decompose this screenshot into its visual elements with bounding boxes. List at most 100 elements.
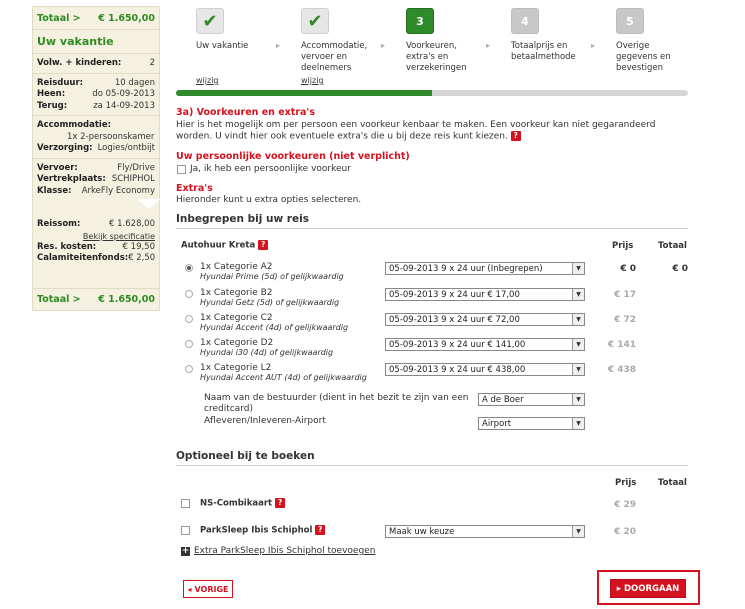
col-totaal: Totaal (658, 241, 687, 251)
extras-title: Extra's (176, 183, 213, 194)
help-icon[interactable]: ? (510, 131, 521, 141)
car-row-b2: 1x Categorie B2 Hyundai Getz (5d) of gel… (200, 288, 340, 307)
step-arrow-icon: ▸ (381, 41, 386, 50)
chevron-down-icon: ▼ (572, 394, 584, 405)
ns-combikaart-label: NS-Combikaart ? (200, 498, 286, 509)
car-row-l2: 1x Categorie L2 Hyundai Accent AUT (4d) … (200, 363, 367, 382)
step-2-label: Accommodatie, vervoer en deelnemers (301, 41, 368, 73)
intro-text: Hier is het mogelijk om per persoon een … (176, 120, 656, 142)
sidebar-accommodatie-label: Accommodatie: (37, 120, 112, 130)
chevron-down-icon: ▼ (572, 364, 584, 375)
parksleep-price: € 20 (614, 527, 636, 537)
step-arrow-icon: ▸ (486, 41, 491, 50)
ns-combikaart-price: € 29 (614, 500, 636, 510)
step-1-label: Uw vakantie (196, 41, 249, 51)
col-prijs: Prijs (612, 241, 634, 251)
sidebar-heen-row: Heen: do 05-09-2013 (37, 89, 155, 99)
sidebar-footer-value: € 1.650,00 (98, 294, 155, 305)
optional-section-title: Optioneel bij te boeken (176, 450, 315, 462)
car-radio-c2[interactable] (185, 315, 193, 323)
car-price-a2: € 0 (620, 264, 636, 274)
sidebar-notch (137, 199, 161, 209)
step-5: 5 (616, 8, 644, 34)
help-icon[interactable]: ? (275, 498, 286, 508)
sidebar-vervoer-row: Vervoer: Fly/Drive (37, 162, 155, 173)
sidebar-footer-label: Totaal > (37, 294, 81, 305)
add-parksleep-link[interactable]: Extra ParkSleep Ibis Schiphol toevoegen (194, 546, 375, 557)
chevron-down-icon: ▼ (572, 289, 584, 300)
car-radio-l2[interactable] (185, 365, 193, 373)
chevron-down-icon: ▼ (572, 263, 584, 274)
included-section-title: Inbegrepen bij uw reis (176, 213, 309, 225)
ns-combikaart-checkbox[interactable] (181, 499, 190, 508)
parksleep-select[interactable]: Maak uw keuze ▼ (385, 525, 585, 538)
car-row-c2: 1x Categorie C2 Hyundai Accent (4d) of g… (200, 313, 349, 332)
step-3: 3 (406, 8, 434, 34)
car-option-select-l2[interactable]: 05-09-2013 9 x 24 uur € 438,00 ▼ (385, 363, 585, 376)
next-button[interactable]: ▸ DOORGAAN (610, 579, 686, 598)
chevron-down-icon: ▼ (572, 418, 584, 429)
parksleep-label: ParkSleep Ibis Schiphol ? (200, 525, 326, 536)
car-radio-a2[interactable] (185, 264, 193, 272)
sidebar-calamiteitenfonds-row: Calamiteitenfonds: € 2,50 (37, 253, 156, 263)
car-price-b2: € 17 (614, 290, 636, 300)
driver-select[interactable]: A de Boer ▼ (478, 393, 585, 406)
car-option-select-c2[interactable]: 05-09-2013 9 x 24 uur € 72,00 ▼ (385, 313, 585, 326)
step-4: 4 (511, 8, 539, 34)
help-icon[interactable]: ? (258, 240, 269, 250)
step-2: ✔ (301, 8, 329, 34)
chevron-down-icon: ▼ (572, 314, 584, 325)
sidebar-vertrekplaats-row: Vertrekplaats: SCHIPHOL (37, 174, 155, 184)
sidebar-title: Uw vakantie (33, 29, 159, 53)
booking-summary-sidebar: Totaal > € 1.650,00 Uw vakantie Volw. + … (32, 6, 161, 311)
dropoff-label: Afleveren/Inleveren-Airport (204, 416, 326, 426)
prev-button[interactable]: ◂ VORIGE (183, 580, 233, 598)
step-1-check-icon: ✔ (196, 8, 224, 34)
step-4-label: Totaalprijs en betaalmethode (511, 41, 576, 62)
step-2-check-icon: ✔ (301, 8, 329, 34)
sidebar-total-label: Totaal > (37, 12, 81, 24)
car-price-d2: € 141 (607, 340, 636, 350)
optional-col-totaal: Totaal (658, 478, 687, 488)
sidebar-total-top[interactable]: Totaal > € 1.650,00 (33, 7, 159, 29)
sidebar-reissom-row: Reissom: € 1.628,00 (37, 219, 155, 229)
parksleep-checkbox[interactable] (181, 526, 190, 535)
car-option-select-d2[interactable]: 05-09-2013 9 x 24 uur € 141,00 ▼ (385, 338, 585, 351)
divider (176, 228, 688, 229)
car-radio-d2[interactable] (185, 340, 193, 348)
sidebar-accommodatie-value: 1x 2-persoonskamer (67, 131, 155, 142)
car-row-d2: 1x Categorie D2 Hyundai i30 (4d) of geli… (200, 338, 334, 357)
step-1-wijzig-link[interactable]: wijzig (196, 76, 219, 85)
chevron-left-icon: ◂ (187, 584, 192, 594)
step-arrow-icon: ▸ (591, 41, 596, 50)
optional-col-prijs: Prijs (615, 478, 637, 488)
preference-checkbox-label: Ja, ik heb een persoonlijke voorkeur (190, 164, 351, 174)
car-price-c2: € 72 (614, 315, 636, 325)
specificatie-link[interactable]: Bekijk specificatie (33, 231, 159, 242)
dropoff-select[interactable]: Airport ▼ (478, 417, 585, 430)
progress-bar (176, 90, 688, 96)
chevron-right-icon: ▸ (616, 583, 621, 594)
chevron-down-icon: ▼ (572, 339, 584, 350)
sidebar-verzorging-row: Verzorging: Logies/ontbijt (37, 143, 155, 153)
car-option-select-b2[interactable]: 05-09-2013 9 x 24 uur € 17,00 ▼ (385, 288, 585, 301)
sidebar-res-kosten-row: Res. kosten: € 19,50 (37, 241, 155, 252)
step-arrow-icon: ▸ (276, 41, 281, 50)
extras-text: Hieronder kunt u extra opties selecteren… (176, 195, 362, 205)
autohuur-title: Autohuur Kreta ? (181, 240, 269, 251)
progress-fill (176, 90, 432, 96)
sidebar-klasse-row: Klasse: ArkeFly Economy (37, 185, 155, 196)
car-radio-b2[interactable] (185, 290, 193, 298)
car-total-a2: € 0 (672, 264, 688, 274)
sidebar-total-bottom[interactable]: Totaal > € 1.650,00 (33, 288, 159, 310)
plus-icon[interactable]: + (181, 547, 190, 556)
step-2-wijzig-link[interactable]: wijzig (301, 76, 324, 85)
help-icon[interactable]: ? (315, 525, 326, 535)
car-option-select-a2[interactable]: 05-09-2013 9 x 24 uur (Inbegrepen) ▼ (385, 262, 585, 275)
step-1: ✔ (196, 8, 224, 34)
preference-checkbox[interactable] (177, 165, 186, 174)
driver-label: Naam van de bestuurder (dient in het bez… (204, 393, 469, 414)
car-row-a2: 1x Categorie A2 Hyundai Prime (5d) of ge… (200, 262, 344, 281)
sidebar-reisduur-row: Reisduur: 10 dagen (37, 77, 155, 88)
step-5-number: 5 (616, 8, 644, 34)
